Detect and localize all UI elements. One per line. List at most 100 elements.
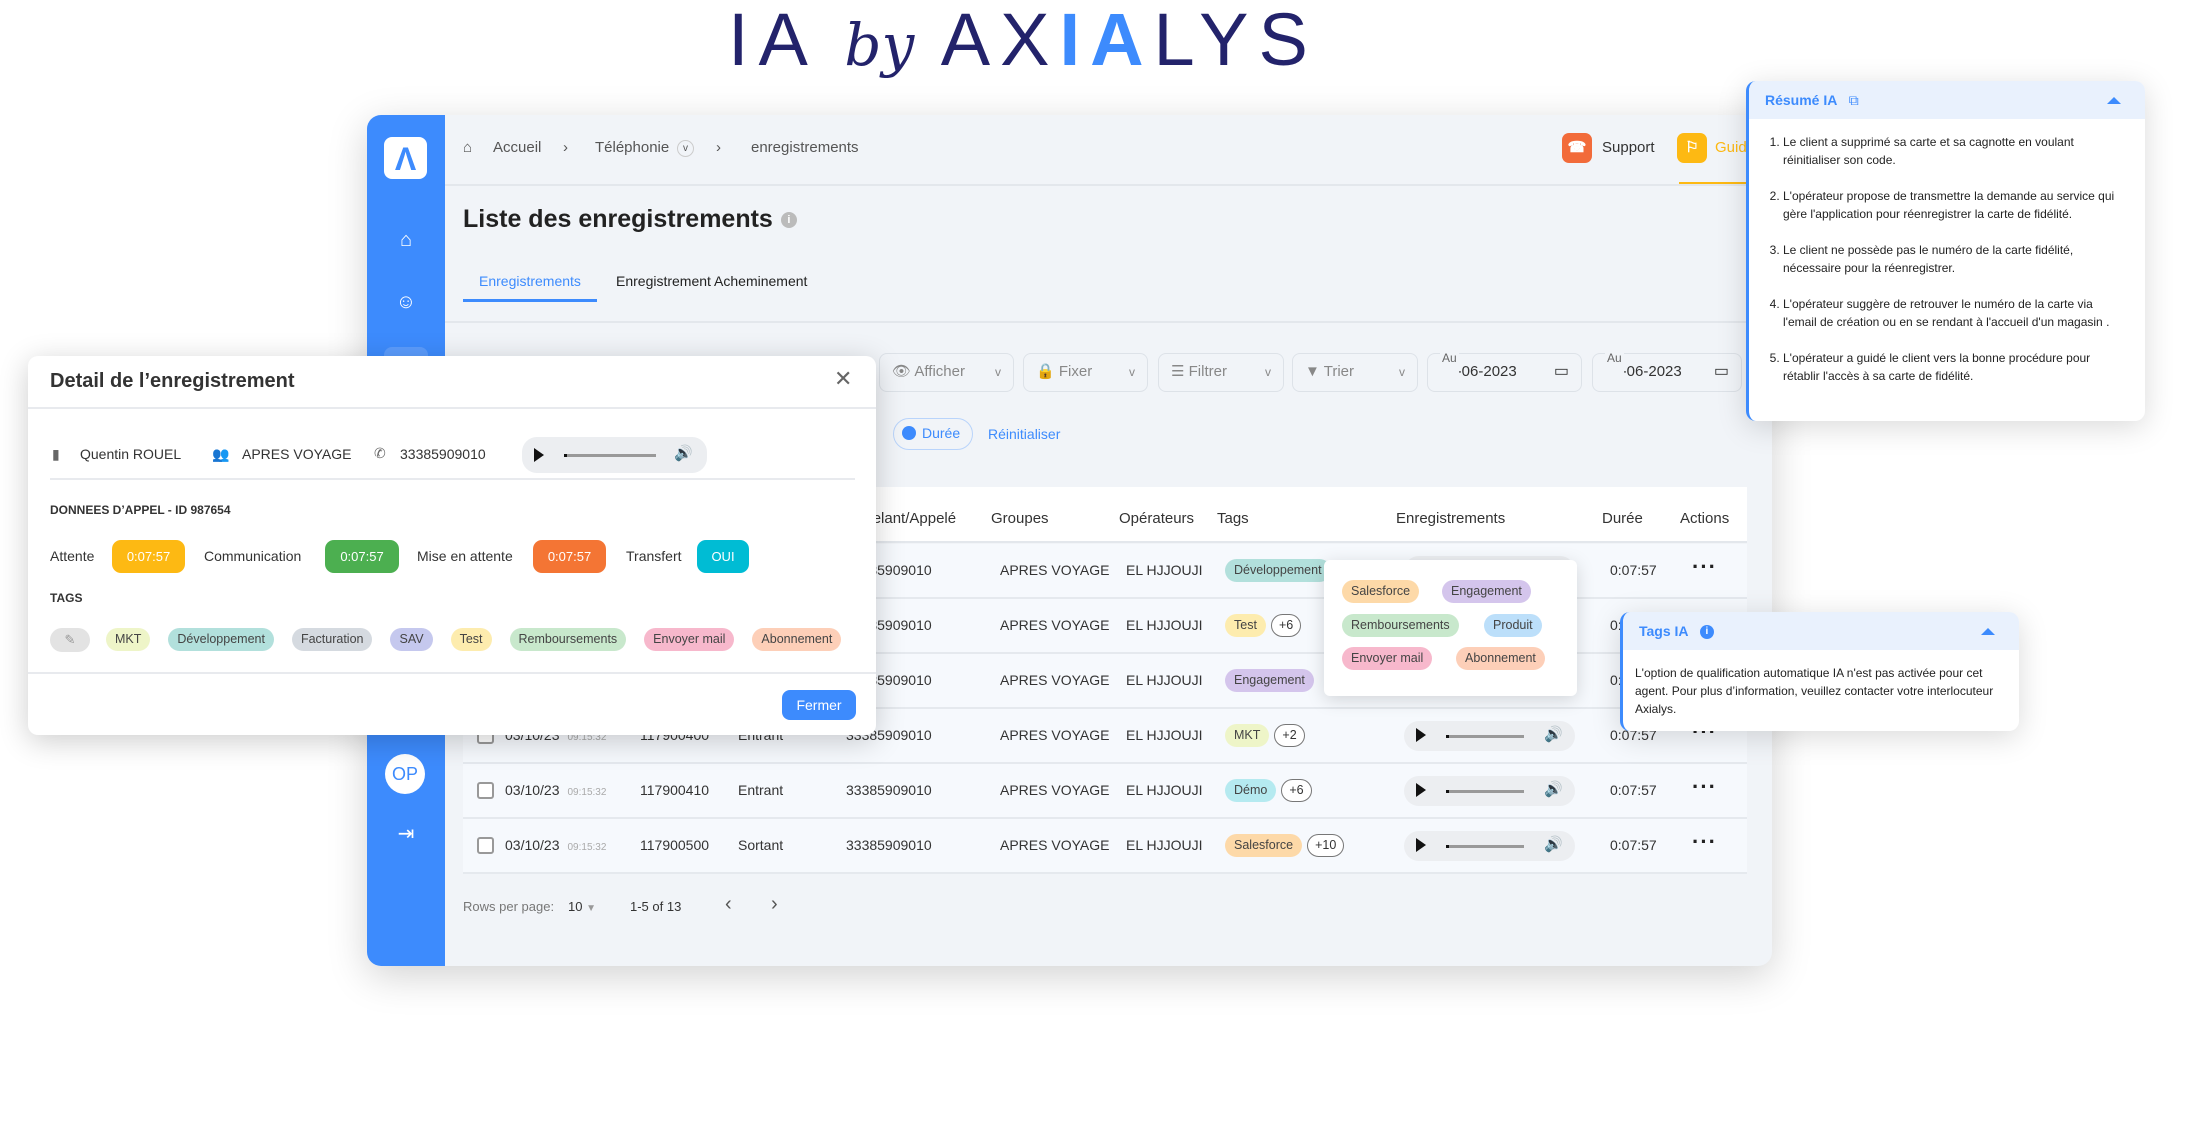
more-actions-icon[interactable]: ··· bbox=[1692, 554, 1717, 580]
col-groupes[interactable]: Groupes bbox=[991, 510, 1049, 527]
row-operator: EL HJJOUJI bbox=[1126, 672, 1203, 688]
resume-ia-header[interactable]: Résumé IA ⧉ bbox=[1749, 81, 2145, 119]
stat-label: Communication bbox=[204, 548, 302, 564]
home-icon[interactable]: ⌂ bbox=[463, 139, 472, 156]
row-tags: Salesforce +10 bbox=[1225, 834, 1345, 857]
tag-chip[interactable]: Développement bbox=[168, 628, 274, 651]
more-tags-button[interactable]: +6 bbox=[1270, 614, 1302, 637]
tag-chip[interactable]: Remboursements bbox=[1342, 614, 1459, 637]
col-enregistrements[interactable]: Enregistrements bbox=[1396, 510, 1505, 527]
volume-icon: 🔊 bbox=[1544, 781, 1563, 798]
tag-chip[interactable]: Abonnement bbox=[752, 628, 842, 651]
fermer-button[interactable]: Fermer bbox=[782, 690, 856, 720]
tag-chip[interactable]: Produit bbox=[1484, 614, 1542, 637]
row-tags: MKT +2 bbox=[1225, 724, 1305, 747]
trier-dropdown[interactable]: ▼ Trier v bbox=[1292, 353, 1418, 392]
chip-dot-icon bbox=[902, 426, 916, 440]
chevron-down-icon: v bbox=[1399, 365, 1405, 379]
tag-chip[interactable]: Envoyer mail bbox=[1342, 647, 1433, 670]
home-icon[interactable]: ⌂ bbox=[367, 229, 445, 252]
breadcrumb-telephonie[interactable]: Téléphonie bbox=[595, 139, 669, 156]
pagination-range: 1-5 of 13 bbox=[630, 899, 682, 914]
row-group: APRES VOYAGE bbox=[1000, 672, 1110, 688]
tag-chip[interactable]: Envoyer mail bbox=[644, 628, 735, 651]
audio-player[interactable]: 🔊 bbox=[1404, 831, 1575, 861]
tag-chip[interactable]: Facturation bbox=[291, 628, 373, 651]
close-icon[interactable]: ✕ bbox=[834, 366, 852, 392]
tag-chip[interactable]: MKT bbox=[1225, 724, 1270, 747]
tag-chip[interactable]: SAV bbox=[390, 628, 433, 651]
tag-chip[interactable]: Remboursements bbox=[509, 628, 627, 651]
row-tags: Test +6 bbox=[1225, 614, 1302, 637]
chevron-down-icon[interactable]: v bbox=[677, 140, 694, 157]
progress-bar bbox=[1446, 790, 1524, 793]
row-group: APRES VOYAGE bbox=[1000, 727, 1110, 743]
table-row[interactable]: 03/10/23 09:15:32 117900410 Entrant 33385… bbox=[463, 764, 1747, 819]
more-tags-button[interactable]: +10 bbox=[1307, 834, 1345, 857]
audio-player[interactable]: 🔊 bbox=[1404, 776, 1575, 806]
more-tags-button[interactable]: +6 bbox=[1281, 779, 1312, 802]
breadcrumb-accueil[interactable]: Accueil bbox=[493, 139, 541, 156]
support-link[interactable]: Support bbox=[1602, 139, 1655, 156]
palette-icon[interactable]: ☺ bbox=[367, 291, 445, 314]
tag-chip[interactable]: Abonnement bbox=[1456, 647, 1545, 670]
col-actions[interactable]: Actions bbox=[1680, 510, 1729, 527]
divider bbox=[50, 478, 855, 480]
fixer-dropdown[interactable]: 🔒 Fixer v bbox=[1023, 353, 1148, 392]
more-tags-button[interactable]: +2 bbox=[1274, 724, 1305, 747]
audio-player[interactable]: 🔊 bbox=[1404, 721, 1575, 751]
tag-chip[interactable]: Démo bbox=[1225, 779, 1277, 802]
audio-player[interactable]: 🔊 bbox=[522, 437, 707, 473]
date-to-field[interactable]: Au 28-06-2023 ▭ bbox=[1592, 340, 1742, 392]
tags-ia-text: L'option de qualification automatique IA… bbox=[1635, 666, 1994, 716]
row-checkbox[interactable] bbox=[477, 837, 494, 854]
resume-item: Le client a supprimé sa carte et sa cagn… bbox=[1783, 133, 2127, 169]
tag-chip[interactable]: Engagement bbox=[1442, 580, 1531, 603]
edit-tags-icon[interactable]: ✎ bbox=[50, 628, 90, 652]
col-duree[interactable]: Durée bbox=[1602, 510, 1643, 527]
info-icon[interactable]: i bbox=[780, 212, 797, 229]
col-operateurs[interactable]: Opérateurs bbox=[1119, 510, 1194, 527]
support-icon[interactable]: ☎ bbox=[1562, 133, 1592, 163]
chevron-right-icon: › bbox=[563, 139, 568, 156]
tag-chip[interactable]: Développement bbox=[1225, 559, 1331, 582]
tab-enregistrements[interactable]: Enregistrements bbox=[463, 273, 597, 302]
prev-page-button[interactable]: ‹ bbox=[725, 893, 732, 916]
tag-chip[interactable]: Engagement bbox=[1225, 669, 1314, 692]
col-tags[interactable]: Tags bbox=[1217, 510, 1249, 527]
row-number: 33385909010 bbox=[846, 837, 932, 853]
row-group: APRES VOYAGE bbox=[1000, 562, 1110, 578]
row-checkbox[interactable] bbox=[477, 782, 494, 799]
row-operator: EL HJJOUJI bbox=[1126, 782, 1203, 798]
header-divider bbox=[445, 184, 1772, 186]
play-icon bbox=[534, 448, 544, 462]
rows-per-page-select[interactable]: 10 ▼ bbox=[568, 899, 596, 914]
tag-chip[interactable]: Test bbox=[1225, 614, 1266, 637]
tab-acheminement[interactable]: Enregistrement Acheminement bbox=[616, 273, 807, 299]
calendar-icon: ▭ bbox=[1553, 363, 1569, 380]
logout-icon[interactable]: ⇥ bbox=[367, 821, 445, 846]
guide-flag-icon[interactable]: ⚐ bbox=[1677, 133, 1707, 163]
row-number: 33385909010 bbox=[846, 782, 932, 798]
tag-chip[interactable]: Salesforce bbox=[1225, 834, 1303, 857]
avatar[interactable]: OP bbox=[385, 754, 425, 794]
guide-link[interactable]: Guid bbox=[1715, 139, 1747, 156]
more-actions-icon[interactable]: ··· bbox=[1692, 829, 1717, 855]
tag-chip[interactable]: Salesforce bbox=[1342, 580, 1420, 603]
date-from-field[interactable]: Au 28-06-2023 ▭ bbox=[1427, 340, 1582, 392]
tag-chip[interactable]: MKT bbox=[106, 628, 151, 651]
duree-filter-chip[interactable]: Durée bbox=[893, 418, 974, 450]
next-page-button[interactable]: › bbox=[771, 893, 778, 916]
reset-link[interactable]: Réinitialiser bbox=[988, 426, 1060, 442]
table-row[interactable]: 03/10/23 09:15:32 117900500 Sortant 33385… bbox=[463, 819, 1747, 874]
info-icon: i bbox=[1699, 625, 1714, 640]
filtrer-dropdown[interactable]: ☰ Filtrer v bbox=[1158, 353, 1284, 392]
detail-modal: Detail de l’enregistrement ✕ ▮ Quentin R… bbox=[28, 356, 876, 735]
tags-ia-header[interactable]: Tags IA i bbox=[1623, 612, 2019, 650]
afficher-dropdown[interactable]: 👁 Afficher v bbox=[879, 353, 1014, 392]
more-actions-icon[interactable]: ··· bbox=[1692, 774, 1717, 800]
app-logo[interactable]: Λ bbox=[384, 137, 427, 179]
row-tags: Développement bbox=[1225, 559, 1331, 582]
tag-chip[interactable]: Test bbox=[450, 628, 492, 651]
row-duration: 0:07:57 bbox=[1610, 562, 1657, 578]
